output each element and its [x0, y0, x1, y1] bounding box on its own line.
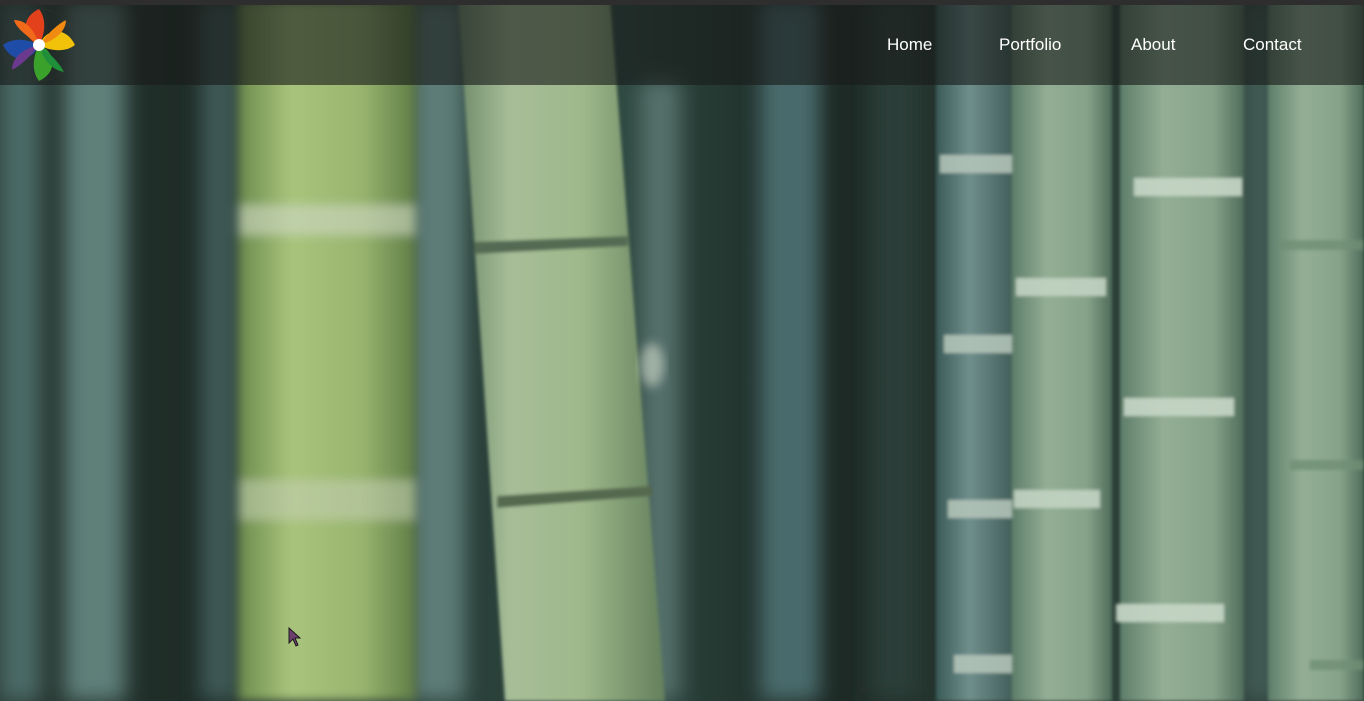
top-edge-bar: [0, 0, 1364, 5]
nav-portfolio-link[interactable]: Portfolio: [999, 35, 1061, 55]
nav-contact-link[interactable]: Contact: [1243, 35, 1302, 55]
nav-about-link[interactable]: About: [1131, 35, 1175, 55]
bamboo-forest-background: [0, 0, 1364, 701]
mouse-pointer-icon: [288, 626, 302, 647]
page: Home Portfolio About Contact: [0, 0, 1364, 701]
color-wheel-logo-icon[interactable]: [2, 8, 76, 82]
site-header: Home Portfolio About Contact: [0, 5, 1364, 85]
nav-home-link[interactable]: Home: [887, 35, 932, 55]
hero-section: [0, 0, 1364, 701]
